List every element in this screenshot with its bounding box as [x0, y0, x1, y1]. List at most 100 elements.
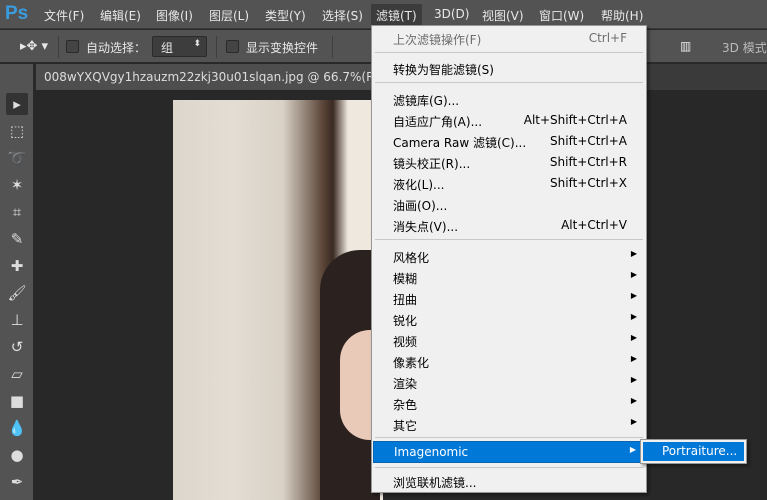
menu-select[interactable]: 选择(S)	[322, 7, 363, 24]
marquee-tool-icon[interactable]: ⬚	[6, 120, 28, 142]
blur-tool-icon[interactable]: 💧	[6, 417, 28, 439]
3d-mode-label: 3D 模式：	[722, 41, 767, 55]
menu-item-liquify[interactable]: 液化(L)... Shift+Ctrl+X	[373, 173, 645, 194]
menu-item-camera-raw[interactable]: Camera Raw 滤镜(C)... Shift+Ctrl+A	[373, 131, 645, 152]
auto-select-dropdown[interactable]: 组 ⬍	[152, 36, 207, 57]
item-label: 渲染	[393, 377, 418, 391]
menu-item-imagenomic[interactable]: Imagenomic ▶	[373, 441, 645, 463]
menu-item-video[interactable]: 视频 ▶	[373, 330, 645, 351]
divider	[375, 82, 643, 83]
auto-select-checkbox[interactable]	[66, 40, 79, 53]
item-label: 镜头校正(R)...	[393, 157, 471, 171]
item-label: 液化(L)...	[393, 178, 445, 192]
move-tool-icon[interactable]: ▸	[6, 93, 28, 115]
menu-item-noise[interactable]: 杂色 ▶	[373, 393, 645, 414]
item-label: 消失点(V)...	[393, 220, 459, 234]
menu-3d[interactable]: 3D(D)	[434, 7, 469, 21]
history-brush-icon[interactable]: ↺	[6, 336, 28, 358]
menu-item-oil-paint[interactable]: 油画(O)...	[373, 194, 645, 215]
tools-panel: ▸ ⬚ ➰ ✶ ⌗ ✎ ✚ 🖌 ⊥ ↺ ▱ ■ 💧 ● ✒	[0, 64, 34, 500]
menu-item-other[interactable]: 其它 ▶	[373, 414, 645, 435]
shortcut: Ctrl+F	[588, 31, 627, 45]
divider	[375, 52, 643, 53]
submenu-arrow-icon: ▶	[629, 445, 636, 454]
distribute-icon[interactable]: ▥	[680, 39, 691, 53]
spinner-icon: ⬍	[193, 39, 201, 49]
filter-menu-dropdown: 上次滤镜操作(F) Ctrl+F 转换为智能滤镜(S) 滤镜库(G)... 自适应…	[371, 25, 647, 493]
show-transform-label: 显示变换控件	[246, 41, 319, 55]
healing-brush-icon[interactable]: ✚	[6, 255, 28, 277]
menu-item-stylize[interactable]: 风格化 ▶	[373, 246, 645, 267]
item-label: Camera Raw 滤镜(C)...	[393, 136, 527, 150]
divider	[216, 36, 217, 58]
menu-item-filter-gallery[interactable]: 滤镜库(G)...	[373, 89, 645, 110]
menu-item-render[interactable]: 渲染 ▶	[373, 372, 645, 393]
submenu-arrow-icon: ▶	[630, 249, 637, 258]
menu-window[interactable]: 窗口(W)	[539, 7, 584, 24]
menu-item-browse-online-filters[interactable]: 浏览联机滤镜...	[373, 471, 645, 492]
item-label: 其它	[393, 419, 418, 433]
menu-item-sharpen[interactable]: 锐化 ▶	[373, 309, 645, 330]
menu-item-last-filter[interactable]: 上次滤镜操作(F) Ctrl+F	[373, 28, 645, 49]
menu-item-portraiture[interactable]: Portraiture...	[643, 442, 744, 461]
item-label: 模糊	[393, 272, 418, 286]
imagenomic-submenu: Portraiture...	[640, 439, 747, 464]
item-label: 视频	[393, 335, 418, 349]
shortcut: Shift+Ctrl+A	[550, 134, 627, 148]
shortcut: Shift+Ctrl+X	[550, 176, 627, 190]
divider	[58, 36, 59, 58]
show-transform-checkbox[interactable]	[226, 40, 239, 53]
menu-file[interactable]: 文件(F)	[44, 7, 84, 24]
item-label: 风格化	[393, 251, 430, 265]
photoshop-logo: Ps	[5, 3, 29, 24]
gradient-tool-icon[interactable]: ■	[6, 390, 28, 412]
menu-item-pixelate[interactable]: 像素化 ▶	[373, 351, 645, 372]
submenu-arrow-icon: ▶	[630, 291, 637, 300]
eyedropper-icon[interactable]: ✎	[6, 228, 28, 250]
item-label: 自适应广角(A)...	[393, 115, 483, 129]
menu-item-distort[interactable]: 扭曲 ▶	[373, 288, 645, 309]
brush-tool-icon[interactable]: 🖌	[6, 282, 28, 304]
menu-image[interactable]: 图像(I)	[156, 7, 193, 24]
menu-item-lens-correction[interactable]: 镜头校正(R)... Shift+Ctrl+R	[373, 152, 645, 173]
menu-layer[interactable]: 图层(L)	[209, 7, 249, 24]
divider	[375, 239, 643, 240]
menu-type[interactable]: 类型(Y)	[265, 7, 306, 24]
auto-select-label: 自动选择：	[86, 41, 147, 55]
menu-item-vanishing-point[interactable]: 消失点(V)... Alt+Ctrl+V	[373, 215, 645, 236]
item-label: 杂色	[393, 398, 418, 412]
submenu-arrow-icon: ▶	[630, 333, 637, 342]
menu-view[interactable]: 视图(V)	[482, 7, 524, 24]
lasso-tool-icon[interactable]: ➰	[6, 147, 28, 169]
item-label: 锐化	[393, 314, 418, 328]
document-tab[interactable]: 008wYXQVgy1hzauzm22zkj30u01slqan.jpg @ 6…	[36, 64, 376, 90]
dodge-tool-icon[interactable]: ●	[6, 444, 28, 466]
submenu-arrow-icon: ▶	[630, 396, 637, 405]
item-label: 油画(O)...	[393, 199, 448, 213]
shortcut: Alt+Shift+Ctrl+A	[523, 113, 627, 127]
shortcut: Alt+Ctrl+V	[561, 218, 627, 232]
menu-item-convert-smart-filter[interactable]: 转换为智能滤镜(S)	[373, 58, 645, 79]
shortcut: Shift+Ctrl+R	[549, 155, 627, 169]
menu-filter[interactable]: 滤镜(T)	[371, 4, 422, 26]
item-label: 上次滤镜操作(F)	[393, 33, 482, 47]
submenu-arrow-icon: ▶	[630, 354, 637, 363]
menu-edit[interactable]: 编辑(E)	[100, 7, 141, 24]
crop-tool-icon[interactable]: ⌗	[6, 201, 28, 223]
menu-help[interactable]: 帮助(H)	[601, 7, 643, 24]
clone-stamp-icon[interactable]: ⊥	[6, 309, 28, 331]
move-tool-preset-icon[interactable]: ▸✥ ▾	[20, 39, 48, 54]
item-label: 滤镜库(G)...	[393, 94, 460, 108]
menu-item-adaptive-wide-angle[interactable]: 自适应广角(A)... Alt+Shift+Ctrl+A	[373, 110, 645, 131]
submenu-arrow-icon: ▶	[630, 417, 637, 426]
item-label: 扭曲	[393, 293, 418, 307]
eraser-icon[interactable]: ▱	[6, 363, 28, 385]
divider	[375, 467, 643, 468]
submenu-arrow-icon: ▶	[630, 375, 637, 384]
submenu-arrow-icon: ▶	[630, 312, 637, 321]
menu-item-blur[interactable]: 模糊 ▶	[373, 267, 645, 288]
magic-wand-icon[interactable]: ✶	[6, 174, 28, 196]
divider	[375, 437, 643, 438]
pen-tool-icon[interactable]: ✒	[6, 471, 28, 493]
divider	[332, 36, 333, 58]
